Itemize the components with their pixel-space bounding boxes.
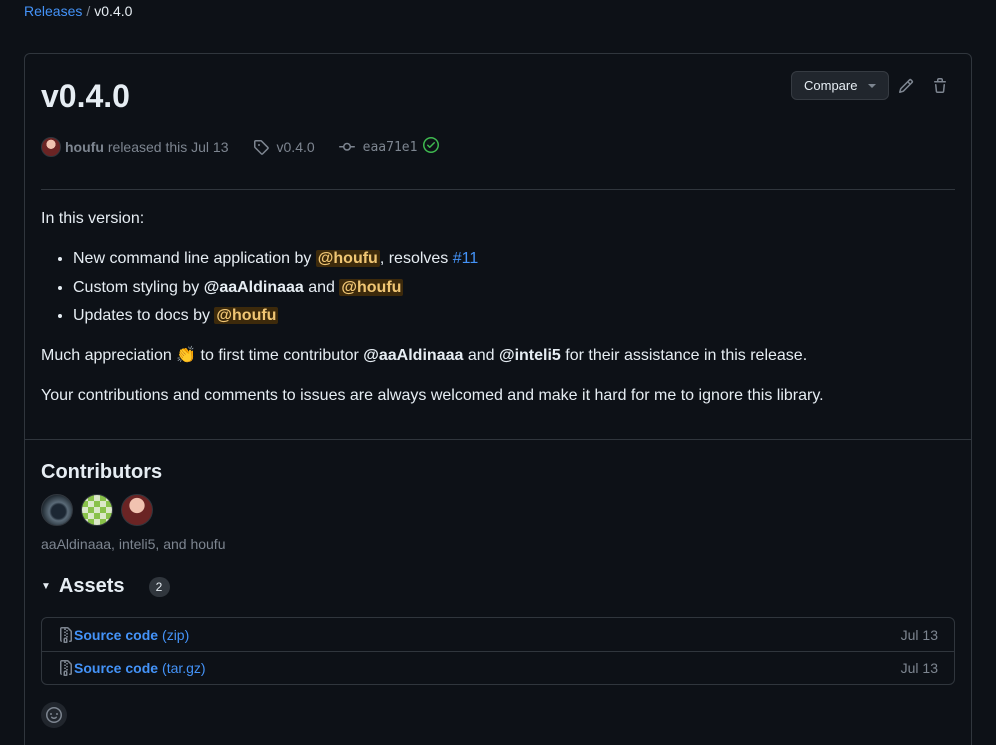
appreciation-text: to first time contributor (196, 347, 364, 364)
mention-link[interactable]: @inteli5 (499, 347, 561, 364)
file-zip-icon (60, 660, 72, 676)
breadcrumb-separator: / (86, 3, 91, 19)
asset-date: Jul 13 (900, 626, 938, 643)
commit-sha: eaa71e1 (362, 139, 418, 155)
breadcrumb-releases-link[interactable]: Releases (24, 3, 82, 19)
author-link[interactable]: houfu (65, 139, 104, 155)
smiley-icon (46, 707, 62, 723)
contributors-names: aaAldinaaa, inteli5, and houfu (41, 536, 226, 552)
trash-icon (934, 77, 946, 93)
breadcrumb: Releases / v0.4.0 (24, 2, 132, 20)
list-item-text: New command line application by (73, 250, 316, 267)
release-notes: In this version: New command line applic… (41, 207, 955, 424)
notes-list: New command line application by @houfu, … (73, 247, 955, 328)
divider (25, 439, 971, 440)
notes-closing: Your contributions and comments to issue… (41, 387, 824, 404)
list-item: Source code (zip) Jul 13 (42, 618, 954, 651)
avatar[interactable] (81, 494, 113, 526)
edit-release-button[interactable] (889, 71, 923, 100)
notes-intro: In this version: (41, 210, 145, 227)
mention-link[interactable]: @houfu (315, 250, 380, 267)
pencil-icon (898, 78, 914, 93)
list-item: New command line application by @houfu, … (73, 247, 955, 271)
mention-link[interactable]: @houfu (214, 307, 279, 324)
appreciation-text: for their assistance in this release. (560, 347, 808, 364)
author-avatar[interactable] (41, 137, 61, 157)
release-actions: Compare (791, 71, 957, 100)
contributors-avatars (41, 494, 153, 526)
mention-link[interactable]: @houfu (339, 278, 404, 296)
list-item-text: and (303, 278, 340, 296)
release-title: v0.4.0 (41, 78, 130, 114)
release-meta: houfu released this Jul 13 v0.4.0 eaa71e… (41, 136, 440, 158)
list-item: Updates to docs by @houfu (73, 304, 955, 328)
assets-list: Source code (zip) Jul 13 Source code (ta… (41, 617, 955, 685)
notes-appreciation: Much appreciation 👏 to first time contri… (41, 344, 955, 368)
avatar[interactable] (121, 494, 153, 526)
tag-icon (253, 140, 269, 155)
list-item: Custom styling by @aaAldinaaa and @houfu (73, 276, 955, 300)
caret-down-icon (868, 84, 876, 88)
asset-source-zip-link[interactable]: Source code (74, 627, 158, 643)
commit-icon (338, 142, 355, 151)
release-date-text: released this Jul 13 (107, 139, 229, 155)
assets-toggle[interactable]: ▼ Assets 2 (41, 575, 170, 598)
asset-date: Jul 13 (900, 660, 938, 676)
commit-link[interactable]: eaa71e1 (338, 137, 440, 157)
asset-ext[interactable]: (zip) (162, 627, 189, 643)
compare-button-label: Compare (804, 78, 858, 93)
contributors-heading: Contributors (41, 461, 163, 483)
delete-release-button[interactable] (923, 71, 957, 100)
list-item: Source code (tar.gz) Jul 13 (42, 651, 954, 684)
assets-count-badge: 2 (148, 576, 170, 597)
mention-link[interactable]: @aaAldinaaa (363, 347, 463, 364)
avatar[interactable] (41, 494, 73, 526)
asset-source-targz-link[interactable]: Source code (74, 660, 158, 676)
assets-heading: Assets (58, 575, 125, 597)
list-item-text: Updates to docs by (73, 307, 215, 324)
appreciation-text: and (463, 347, 499, 364)
divider (41, 189, 955, 190)
clap-emoji-icon: 👏 (176, 347, 197, 364)
issue-link[interactable]: #11 (453, 250, 479, 267)
verified-check-icon[interactable] (423, 137, 440, 157)
add-reaction-button[interactable] (41, 702, 67, 728)
breadcrumb-current: v0.4.0 (94, 3, 133, 19)
file-zip-icon (60, 626, 72, 643)
release-card: v0.4.0 Compare houfu released this Jul 1… (24, 53, 972, 745)
list-item-text: Custom styling by (73, 278, 204, 296)
list-item-text: , resolves (379, 250, 453, 267)
compare-button[interactable]: Compare (791, 71, 889, 100)
asset-ext[interactable]: (tar.gz) (162, 660, 206, 676)
tag-label: v0.4.0 (276, 139, 315, 155)
triangle-down-icon: ▼ (41, 581, 51, 592)
tag-link[interactable]: v0.4.0 (253, 139, 315, 155)
mention-link[interactable]: @aaAldinaaa (204, 279, 304, 296)
appreciation-text: Much appreciation (41, 347, 177, 364)
